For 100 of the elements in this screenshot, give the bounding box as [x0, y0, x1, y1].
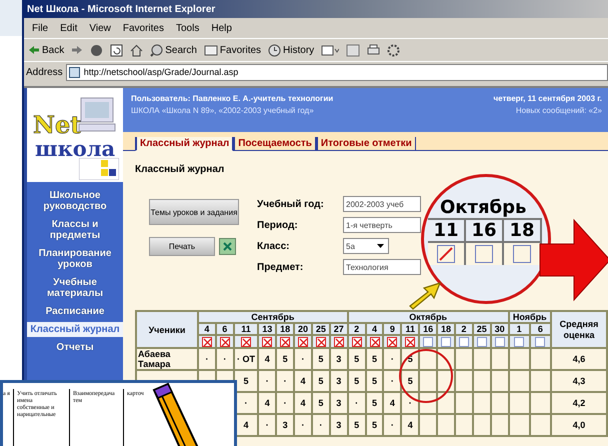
- menu-item[interactable]: Edit: [60, 22, 78, 34]
- tab[interactable]: Классный журнал: [135, 137, 234, 151]
- checkbox[interactable]: [220, 336, 230, 347]
- grade-cell: ·: [390, 376, 394, 386]
- toolbar-button[interactable]: [319, 44, 342, 56]
- filter-label: Класс:: [257, 240, 290, 252]
- checkbox[interactable]: [514, 336, 524, 347]
- grade-cell: 5: [318, 354, 324, 364]
- grade-cell: 5: [372, 376, 378, 386]
- document-icon: [346, 44, 360, 56]
- grade-cell: 5: [354, 376, 360, 386]
- checkbox[interactable]: [370, 336, 380, 347]
- grade-cell: 4: [390, 398, 395, 408]
- select-field[interactable]: 2002-2003 учеб: [343, 196, 421, 212]
- grade-cell: 5: [408, 376, 413, 386]
- forward-arrow-icon: [71, 45, 84, 55]
- checkbox[interactable]: [202, 336, 212, 347]
- spreadsheet-icon[interactable]: [219, 238, 236, 255]
- grade-cell: ·: [408, 398, 412, 408]
- checkbox[interactable]: [280, 336, 290, 347]
- checkbox[interactable]: [437, 245, 455, 263]
- checkbox[interactable]: [475, 245, 493, 263]
- checkbox[interactable]: [334, 336, 344, 347]
- month-header: Октябрь: [348, 311, 509, 323]
- select-field[interactable]: 5а: [343, 238, 389, 254]
- address-field[interactable]: http://netschool/asp/Grade/Journal.asp: [66, 64, 608, 80]
- checkbox[interactable]: [513, 245, 531, 263]
- checkbox[interactable]: [458, 336, 469, 347]
- highlight-circle: [398, 348, 454, 404]
- grade-cell: 3: [336, 354, 342, 364]
- checkbox[interactable]: [387, 336, 398, 347]
- logo-text: Net: [33, 110, 82, 139]
- grade-cell: ·: [284, 376, 287, 386]
- checkbox[interactable]: [405, 336, 416, 347]
- printer-icon: [367, 44, 380, 56]
- date-header: 16: [466, 220, 504, 241]
- menu-item[interactable]: Help: [211, 22, 232, 34]
- checkbox[interactable]: [441, 336, 452, 347]
- sidebar-item[interactable]: Школьное руководство: [27, 188, 123, 214]
- menu-item[interactable]: Tools: [176, 22, 200, 34]
- checkbox[interactable]: [423, 336, 434, 347]
- grade-cell: 5: [354, 354, 360, 364]
- arrow-icon: [538, 218, 608, 302]
- checkbox[interactable]: [316, 336, 326, 347]
- menu-item[interactable]: Favorites: [122, 22, 164, 34]
- checkbox[interactable]: [298, 336, 308, 347]
- grade-cell: 4: [264, 398, 270, 408]
- month-header: Ноябрь: [508, 311, 551, 323]
- checkbox[interactable]: [535, 336, 546, 347]
- toolbar-button[interactable]: [365, 44, 382, 56]
- page-icon: [68, 66, 80, 78]
- toolbar-button[interactable]: History: [266, 44, 316, 56]
- grade-cell: ·: [302, 354, 305, 364]
- sidebar-item[interactable]: Классный журнал: [27, 322, 123, 337]
- grade-cell: 3: [282, 420, 288, 430]
- toolbar-button[interactable]: Favorites: [202, 44, 264, 56]
- checkbox[interactable]: [262, 336, 272, 347]
- sidebar-item[interactable]: Отчеты: [27, 340, 123, 355]
- sidebar-item[interactable]: Классы и предметы: [27, 217, 123, 243]
- tab[interactable]: Итоговые отметки: [316, 137, 416, 150]
- checkbox[interactable]: [494, 336, 505, 347]
- menu-item[interactable]: File: [32, 22, 48, 34]
- grade-cell: ·: [244, 398, 248, 408]
- action-button[interactable]: Печать: [149, 237, 215, 256]
- school-info: ШКОЛА «Школа N 89», «2002-2003 учебный год»: [131, 106, 315, 115]
- grade-cell: ·: [355, 398, 358, 408]
- grade-cell: 5: [372, 420, 378, 430]
- date-header: 18: [504, 220, 542, 241]
- checkbox[interactable]: [241, 336, 252, 347]
- grade-cell: 5: [372, 398, 378, 408]
- toolbar-button[interactable]: [108, 44, 126, 56]
- select-field[interactable]: 1-я четверть: [343, 217, 421, 233]
- toolbar-button[interactable]: Back: [26, 44, 66, 56]
- grade-cell: ·: [390, 420, 394, 430]
- select-field[interactable]: Технология: [343, 259, 421, 275]
- clock-icon: [268, 44, 282, 56]
- grade-cell: ·: [223, 354, 226, 364]
- date-text: четверг, 11 сентября 2003 г.: [493, 94, 602, 103]
- grade-cell: 4: [300, 376, 306, 386]
- address-label: Address: [26, 66, 63, 78]
- menu-item[interactable]: View: [89, 22, 111, 34]
- logo-text: школа: [35, 136, 116, 161]
- action-button[interactable]: Темы уроков и задания: [149, 199, 239, 225]
- home-icon: [130, 44, 144, 56]
- grade-cell: 3: [336, 420, 342, 430]
- sidebar-item[interactable]: Учебные материалы: [27, 275, 123, 301]
- toolbar-button[interactable]: [385, 44, 402, 56]
- checkbox[interactable]: [352, 336, 362, 347]
- grade-cell: 4: [244, 420, 249, 430]
- grade-cell: ·: [284, 398, 287, 408]
- page-heading: Классный журнал: [135, 164, 226, 175]
- sidebar-item[interactable]: Планирование уроков: [27, 246, 123, 272]
- grade-cell: 5: [318, 376, 324, 386]
- grade-cell: 4: [300, 398, 306, 408]
- checkbox[interactable]: [476, 336, 487, 347]
- tab[interactable]: Посещаемость: [233, 137, 316, 150]
- toolbar-button[interactable]: Search: [148, 44, 199, 56]
- grade-cell: ·: [390, 354, 394, 364]
- average-cell: 4,2: [572, 398, 586, 408]
- sidebar-item[interactable]: Расписание: [27, 304, 123, 319]
